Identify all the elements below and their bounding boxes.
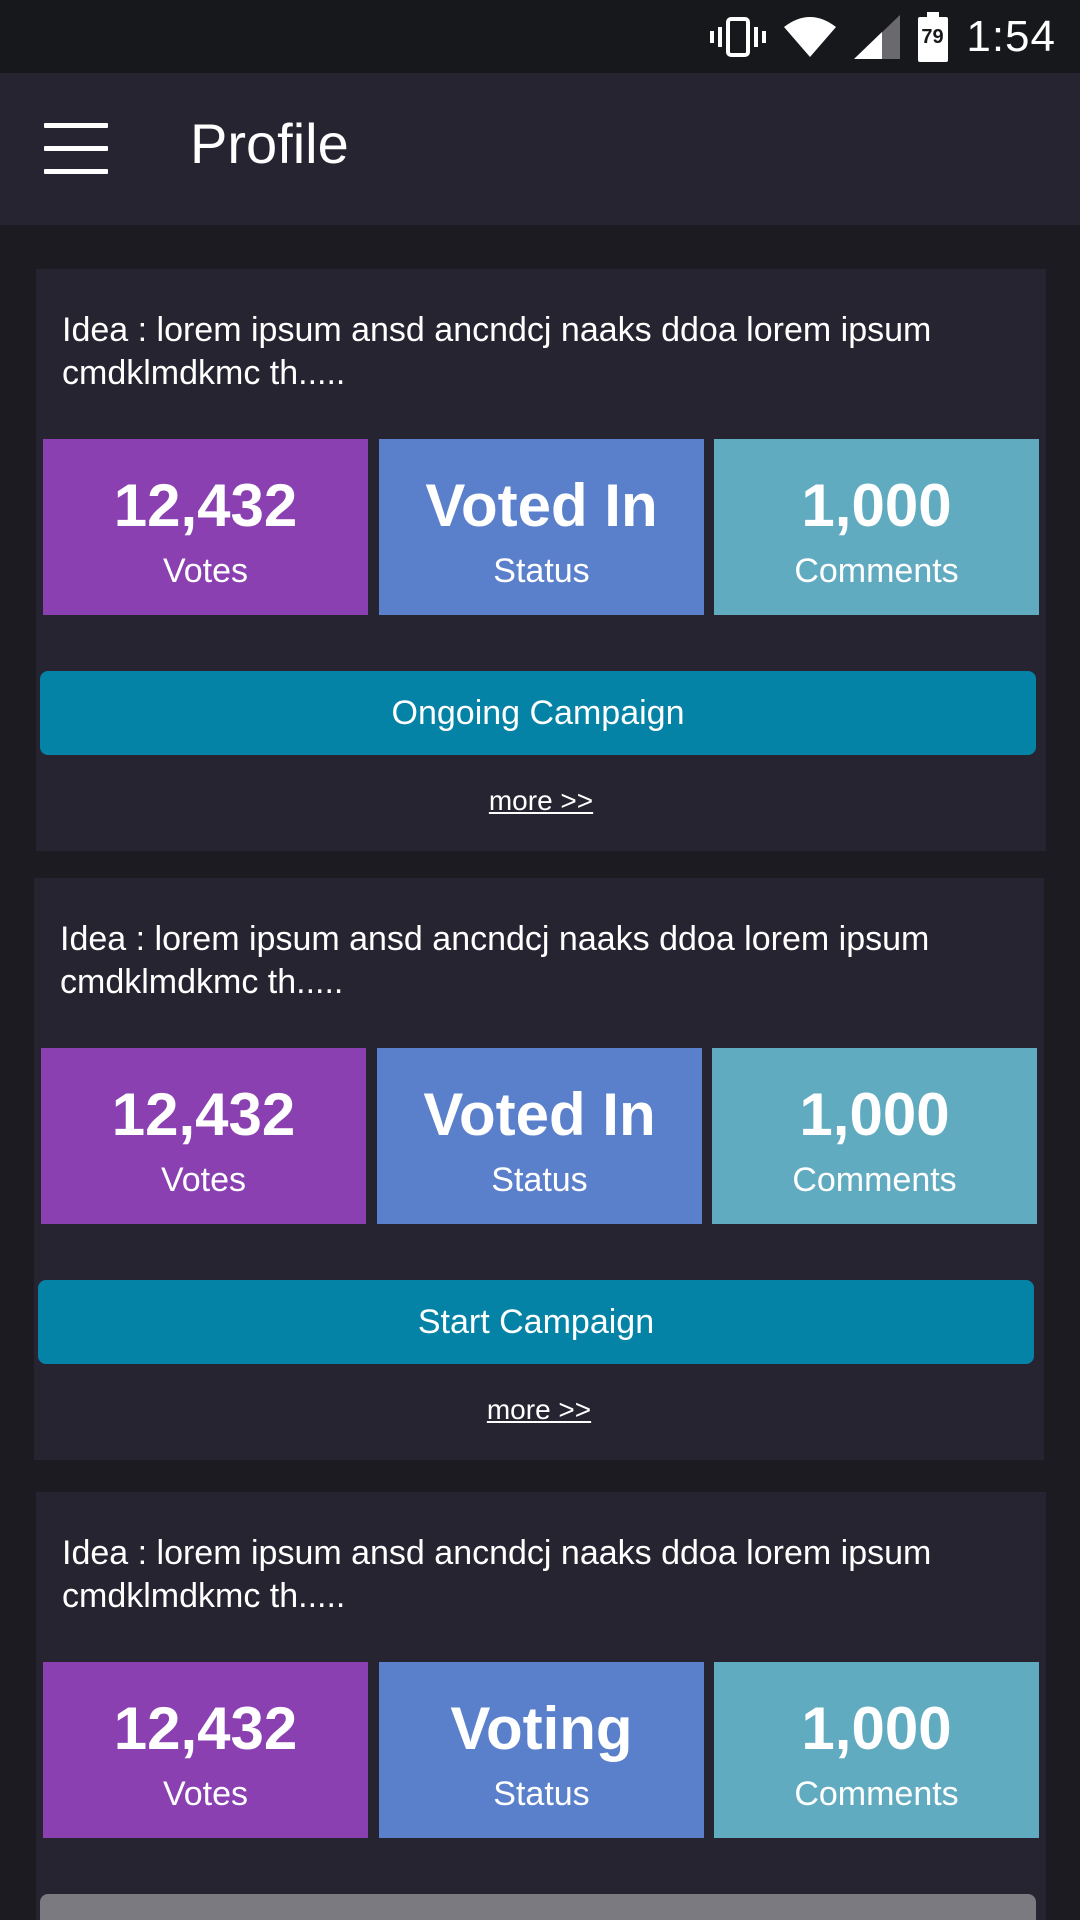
comments-label: Comments bbox=[792, 1161, 957, 1199]
status-label: Status bbox=[493, 552, 590, 590]
status-bar: 79 1:54 bbox=[0, 0, 1080, 73]
status-label: Status bbox=[493, 1775, 590, 1813]
votes-value: 12,432 bbox=[113, 1695, 298, 1762]
votes-value: 12,432 bbox=[111, 1081, 296, 1148]
comments-label: Comments bbox=[794, 552, 959, 590]
page-title: Profile bbox=[190, 112, 349, 175]
votes-tile: 12,432 Votes bbox=[43, 439, 368, 615]
votes-label: Votes bbox=[162, 552, 249, 590]
stat-row: 12,432 Votes Voted In Status 1,000 Comme… bbox=[41, 1048, 1037, 1224]
hamburger-menu-icon[interactable] bbox=[44, 123, 108, 175]
battery-level: 79 bbox=[921, 25, 944, 48]
comments-tile: 1,000 Comments bbox=[714, 439, 1039, 615]
votes-label: Votes bbox=[160, 1161, 247, 1199]
comments-label: Comments bbox=[794, 1775, 959, 1813]
vibrate-icon bbox=[710, 15, 767, 59]
start-campaign-button[interactable]: Start Campaign bbox=[38, 1280, 1034, 1364]
idea-text: Idea : lorem ipsum ansd ancndcj naaks dd… bbox=[60, 920, 930, 1001]
comments-value: 1,000 bbox=[801, 1695, 952, 1762]
stat-row: 12,432 Votes Voting Status 1,000 Comment… bbox=[43, 1662, 1039, 1838]
comments-value: 1,000 bbox=[801, 472, 952, 539]
app-bar: Profile bbox=[0, 73, 1080, 225]
idea-card: Idea : lorem ipsum ansd ancndcj naaks dd… bbox=[36, 269, 1046, 851]
idea-list[interactable]: Idea : lorem ipsum ansd ancndcj naaks dd… bbox=[0, 225, 1080, 1920]
battery-icon: 79 bbox=[918, 11, 949, 62]
idea-card: Idea : lorem ipsum ansd ancndcj naaks dd… bbox=[34, 878, 1044, 1460]
stat-row: 12,432 Votes Voted In Status 1,000 Comme… bbox=[43, 439, 1039, 615]
status-value: Voted In bbox=[425, 472, 658, 539]
comments-tile: 1,000 Comments bbox=[712, 1048, 1037, 1224]
wifi-icon bbox=[784, 15, 837, 59]
votes-label: Votes bbox=[162, 1775, 249, 1813]
comments-value: 1,000 bbox=[799, 1081, 950, 1148]
idea-card: Idea : lorem ipsum ansd ancndcj naaks dd… bbox=[36, 1492, 1046, 1920]
status-tile: Voted In Status bbox=[377, 1048, 702, 1224]
signal-icon bbox=[854, 14, 901, 59]
more-link[interactable]: more >> bbox=[34, 1394, 1044, 1426]
idea-text: Idea : lorem ipsum ansd ancndcj naaks dd… bbox=[62, 1534, 932, 1615]
status-time: 1:54 bbox=[966, 11, 1056, 61]
status-value: Voting bbox=[450, 1695, 633, 1762]
status-value: Voted In bbox=[423, 1081, 656, 1148]
votes-tile: 12,432 Votes bbox=[43, 1662, 368, 1838]
campaign-button[interactable] bbox=[40, 1894, 1036, 1920]
more-link[interactable]: more >> bbox=[36, 785, 1046, 817]
ongoing-campaign-button[interactable]: Ongoing Campaign bbox=[40, 671, 1036, 755]
status-tile: Voted In Status bbox=[379, 439, 704, 615]
votes-value: 12,432 bbox=[113, 472, 298, 539]
votes-tile: 12,432 Votes bbox=[41, 1048, 366, 1224]
status-tile: Voting Status bbox=[379, 1662, 704, 1838]
status-label: Status bbox=[491, 1161, 588, 1199]
comments-tile: 1,000 Comments bbox=[714, 1662, 1039, 1838]
idea-text: Idea : lorem ipsum ansd ancndcj naaks dd… bbox=[62, 311, 932, 392]
